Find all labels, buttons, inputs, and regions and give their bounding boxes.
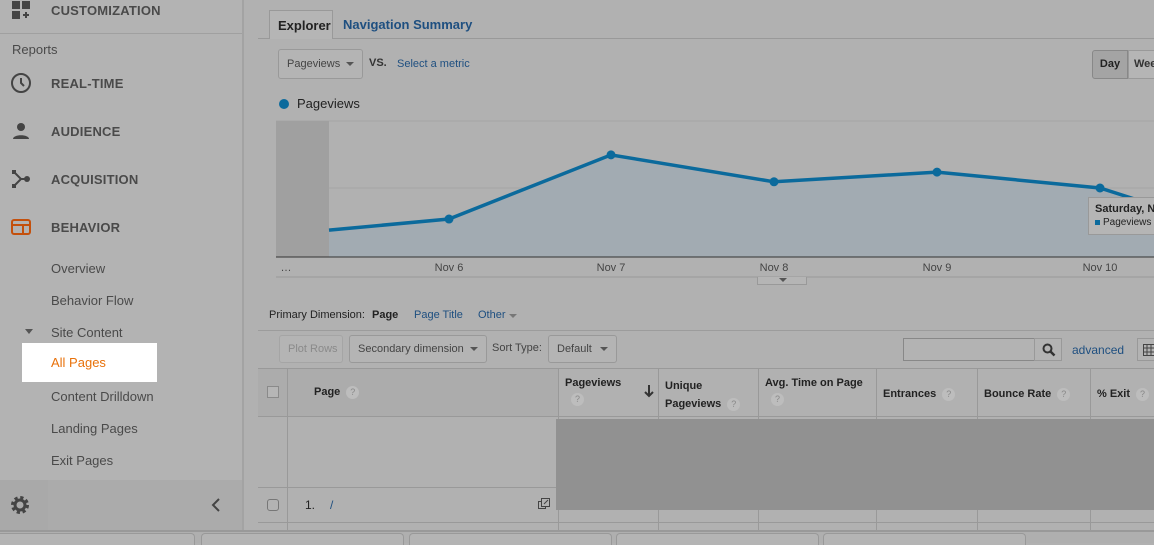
redacted-block [276,121,329,257]
data-point [606,150,616,160]
x-tick-label: Nov 8 [760,262,789,274]
row-index: 1. [305,498,316,512]
x-tick-label: … [281,262,292,274]
row-page-link[interactable]: / [330,498,333,512]
dimension-other[interactable]: Other [478,309,506,321]
sidebar-item-landing-pages[interactable]: Landing Pages [51,421,138,436]
header-unique-pageviews[interactable]: Unique Pageviews? [665,377,741,413]
data-point [769,177,779,187]
advanced-link[interactable]: advanced [1072,343,1124,357]
dimension-page[interactable]: Page [372,309,398,321]
sidebar-item-all-pages[interactable]: All Pages [22,343,157,382]
settings-button[interactable] [0,480,48,530]
gear-icon [11,496,29,514]
chevron-left-icon [211,498,220,512]
header-entrances[interactable]: Entrances? [883,388,956,401]
sort-type-label: Sort Type: [492,342,542,354]
sidebar-item-exit-pages[interactable]: Exit Pages [51,453,113,468]
row-checkbox[interactable] [267,499,279,511]
pageviews-chart: … Nov 6 Nov 7 Nov 8 Nov 9 Nov 10 [276,120,1154,278]
bottom-tab[interactable] [0,533,195,545]
sort-type-select[interactable]: Default [548,335,617,363]
header-page[interactable]: Page? [314,386,360,399]
x-tick-label: Nov 10 [1083,262,1118,274]
help-icon: ? [571,393,584,406]
x-tick-label: Nov 9 [923,262,952,274]
select-all-checkbox[interactable] [267,386,279,398]
primary-dimension-label: Primary Dimension: [269,309,365,321]
grid-icon [1143,344,1154,356]
dropdown-arrow-icon [509,314,517,318]
bottom-tab[interactable] [201,533,404,545]
data-point [932,167,942,177]
x-tick-label: Nov 7 [597,262,626,274]
sort-down-arrow-icon [644,385,654,398]
series-marker [1095,220,1100,225]
search-icon [1042,343,1056,357]
data-point [1095,183,1105,193]
plot-rows-button[interactable]: Plot Rows [279,335,343,363]
collapse-sidebar-button[interactable] [48,480,242,530]
x-tick-label: Nov 6 [435,262,464,274]
table-search-input[interactable] [903,338,1035,361]
bottom-tab[interactable] [823,533,1026,545]
search-button[interactable] [1034,338,1062,361]
table-view-button[interactable] [1137,338,1154,361]
sidebar-item-site-content[interactable]: Site Content [51,325,123,340]
secondary-dimension-select[interactable]: Secondary dimension [349,335,487,363]
expand-triangle-icon[interactable] [25,329,33,334]
header-pageviews[interactable]: Pageviews? [565,377,621,406]
sidebar-item-content-drilldown[interactable]: Content Drilldown [51,389,154,404]
help-icon: ? [346,386,360,399]
open-external-icon[interactable] [538,498,550,510]
bottom-tab[interactable] [409,533,612,545]
report-table-area: Primary Dimension: Page Page Title Other… [258,300,1154,530]
data-point [444,214,454,224]
chart-resize-handle[interactable] [757,277,807,285]
header-exit[interactable]: % Exit? [1097,388,1150,401]
redacted-summary-block [556,419,1154,510]
header-avg-time[interactable]: Avg. Time on Page? [765,377,863,406]
header-bounce-rate[interactable]: Bounce Rate? [984,388,1071,401]
series-area [329,154,1154,257]
chart-tooltip: Saturday, N Pageviews [1088,197,1154,235]
bottom-tab[interactable] [616,533,819,545]
dimension-page-title[interactable]: Page Title [414,309,463,321]
